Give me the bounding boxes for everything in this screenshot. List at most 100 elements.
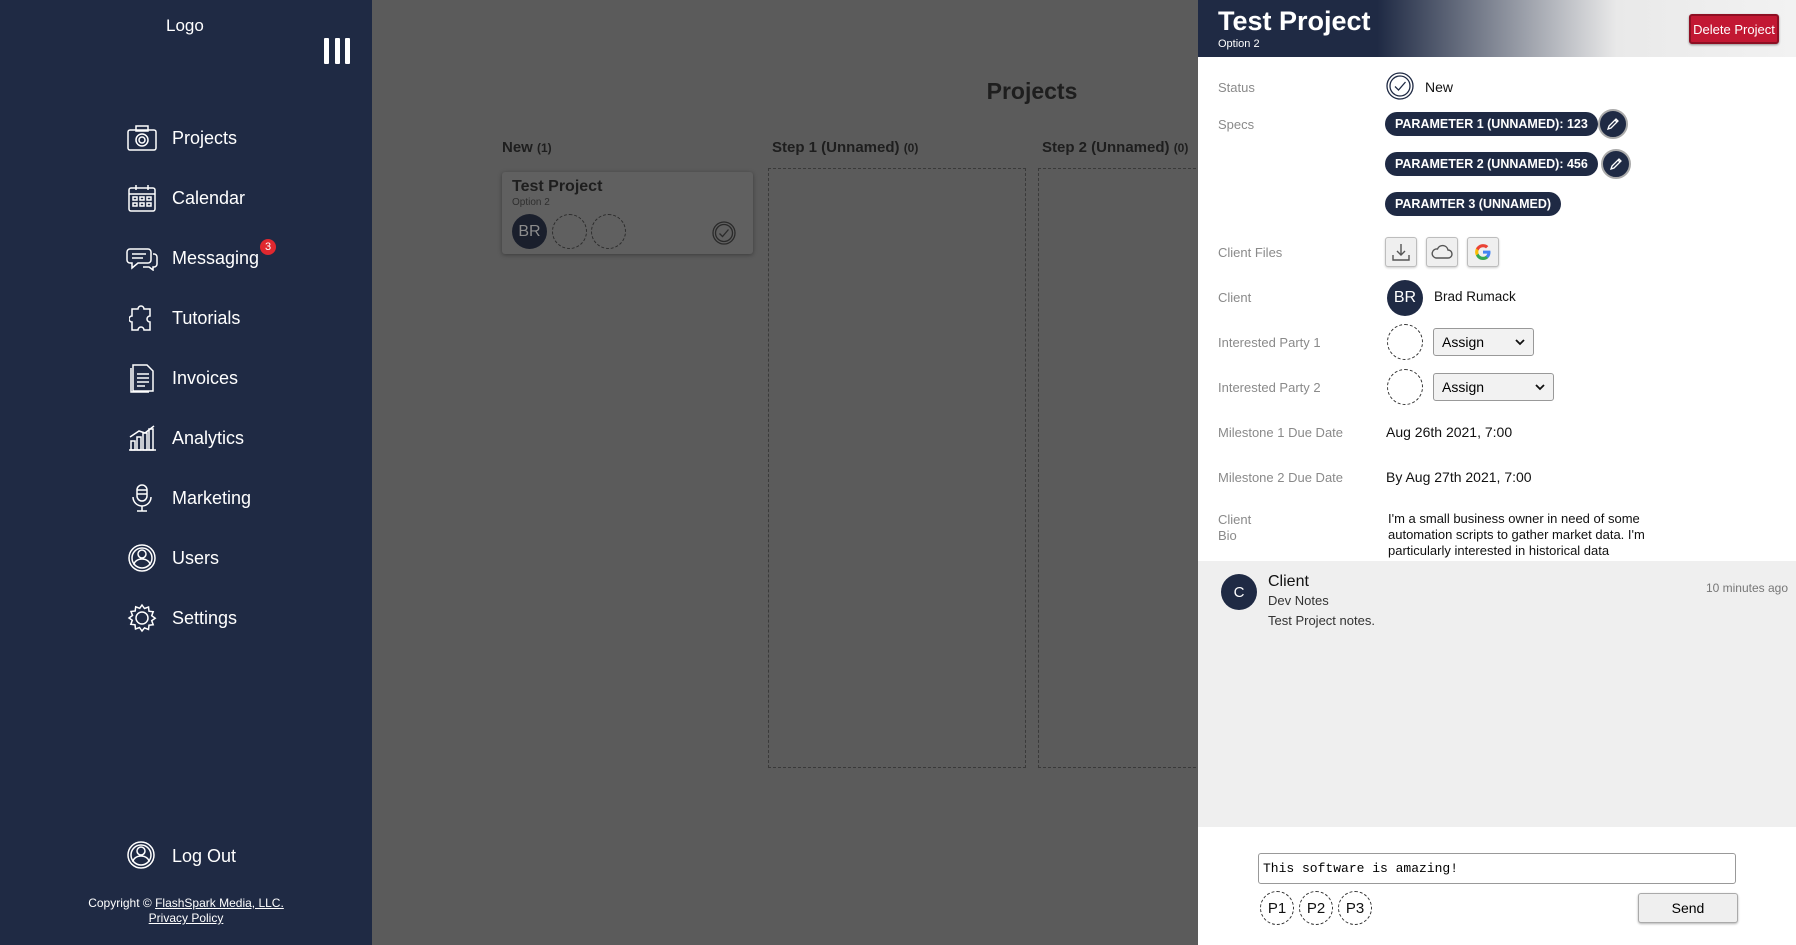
column-dropzone-step1[interactable] <box>768 168 1026 768</box>
sidebar-item-tutorials[interactable]: Tutorials <box>126 288 259 348</box>
sidebar-item-marketing[interactable]: Marketing <box>126 468 259 528</box>
camera-icon <box>126 122 158 154</box>
notes-feed: C Client Dev Notes 10 minutes ago Test P… <box>1198 561 1796 827</box>
project-card[interactable]: Test Project Option 2 BR <box>502 172 753 254</box>
empty-avatar-slot <box>1387 369 1423 405</box>
column-count: (0) <box>903 141 919 155</box>
card-title: Test Project <box>512 178 603 195</box>
avatar: BR <box>512 214 547 249</box>
select-value: Assign <box>1442 334 1485 350</box>
download-button[interactable] <box>1385 237 1417 267</box>
sidebar-item-messaging[interactable]: Messaging 3 <box>126 228 277 288</box>
sidebar-item-label: Marketing <box>172 487 252 508</box>
send-button[interactable]: Send <box>1638 893 1738 923</box>
user-icon <box>126 542 158 574</box>
download-icon <box>1392 244 1410 261</box>
document-icon <box>126 362 158 394</box>
specs-label: Specs <box>1218 117 1255 132</box>
empty-avatar-slot <box>552 214 587 249</box>
edit-spec-button[interactable] <box>1601 149 1631 179</box>
sidebar-item-label: Tutorials <box>172 307 241 328</box>
delete-project-button[interactable]: Delete Project <box>1689 14 1779 44</box>
status-value: New <box>1425 79 1454 95</box>
client-name: Brad Rumack <box>1434 289 1516 304</box>
milestone2-label: Milestone 2 Due Date <box>1218 470 1344 485</box>
sidebar-item-settings[interactable]: Settings <box>126 588 259 648</box>
empty-avatar-slot <box>1387 324 1423 360</box>
pencil-icon <box>1609 158 1622 171</box>
client-bio: I'm a small business owner in need of so… <box>1388 511 1645 558</box>
bio-label-line: Client <box>1218 512 1252 527</box>
column-count: (1) <box>537 141 552 155</box>
sidebar-item-label: Invoices <box>172 367 239 388</box>
note-timestamp: 10 minutes ago <box>1705 581 1788 595</box>
milestone2-date: By Aug 27th 2021, 7:00 <box>1386 469 1532 485</box>
user-icon <box>126 840 158 872</box>
sidebar-item-analytics[interactable]: Analytics <box>126 408 259 468</box>
sidebar: Logo Projects Calendar Messaging 3 Tutori… <box>0 0 372 945</box>
client-files-label: Client Files <box>1218 245 1283 260</box>
copyright-prefix: Copyright © <box>88 896 152 910</box>
spec-pill: PARAMETER 1 (UNNAMED): 123 <box>1385 112 1598 136</box>
menu-toggle-icon[interactable] <box>324 38 350 64</box>
spec-pill: PARAMETER 2 (UNNAMED): 456 <box>1385 152 1598 176</box>
cloud-icon <box>1431 244 1453 259</box>
milestone1-label: Milestone 1 Due Date <box>1218 425 1344 440</box>
p3-tag-button[interactable]: P3 <box>1338 891 1372 925</box>
microphone-icon <box>126 482 158 514</box>
avatar: C <box>1221 574 1257 610</box>
cloud-upload-button[interactable] <box>1426 237 1458 267</box>
sidebar-item-label: Settings <box>172 607 238 628</box>
messaging-label: Messaging <box>172 247 260 268</box>
party1-label: Interested Party 1 <box>1218 335 1321 350</box>
sidebar-item-invoices[interactable]: Invoices <box>126 348 259 408</box>
column-count: (0) <box>1173 141 1189 155</box>
p1-tag-button[interactable]: P1 <box>1260 891 1294 925</box>
spec-pill: PARAMTER 3 (UNNAMED) <box>1385 192 1562 216</box>
empty-avatar-slot <box>591 214 626 249</box>
bar-chart-icon <box>126 422 158 454</box>
select-value: Assign <box>1442 379 1485 395</box>
column-name: Step 2 (Unnamed) <box>1042 139 1170 156</box>
project-board: Projects New (1) Step 1 (Unnamed) (0) St… <box>372 0 1296 945</box>
logo[interactable]: Logo <box>166 16 204 36</box>
note-author: Client <box>1268 573 1309 590</box>
column-name: New <box>502 139 533 156</box>
chevron-down-icon <box>1535 384 1545 391</box>
party2-assign-select[interactable]: Assign <box>1433 373 1554 401</box>
sidebar-item-users[interactable]: Users <box>126 528 259 588</box>
sidebar-item-calendar[interactable]: Calendar <box>126 168 259 228</box>
panel-header: Test Project Option 2 Delete Project <box>1198 0 1796 57</box>
sidebar-item-label: Messaging 3 <box>172 238 277 269</box>
project-detail-panel: Test Project Option 2 Delete Project Sta… <box>1198 0 1796 945</box>
sidebar-item-projects[interactable]: Projects <box>126 108 259 168</box>
logout-button[interactable]: Log Out <box>126 840 236 872</box>
pencil-icon <box>1606 118 1619 131</box>
gear-icon <box>126 602 158 634</box>
panel-subtitle: Option 2 <box>1218 38 1260 50</box>
sidebar-item-label: Users <box>172 547 220 568</box>
note-tag: Dev Notes <box>1268 593 1329 608</box>
company-link[interactable]: FlashSpark Media, LLC. <box>155 896 284 910</box>
client-label: Client <box>1218 290 1252 305</box>
chevron-down-icon <box>1515 339 1525 346</box>
party2-label: Interested Party 2 <box>1218 380 1321 395</box>
column-header-new: New (1) <box>502 139 552 156</box>
card-subtitle: Option 2 <box>512 197 550 208</box>
logout-label: Log Out <box>172 845 237 866</box>
puzzle-icon <box>126 302 158 334</box>
edit-spec-button[interactable] <box>1598 109 1628 139</box>
status-check-icon <box>712 221 736 245</box>
sidebar-item-label: Calendar <box>172 187 246 208</box>
google-drive-button[interactable] <box>1467 237 1499 267</box>
privacy-policy-link[interactable]: Privacy Policy <box>149 911 224 925</box>
bio-label-line: Bio <box>1218 528 1237 543</box>
party1-assign-select[interactable]: Assign <box>1433 328 1534 356</box>
p2-tag-button[interactable]: P2 <box>1299 891 1333 925</box>
copyright: Copyright © FlashSpark Media, LLC. Priva… <box>0 896 372 926</box>
milestone1-date: Aug 26th 2021, 7:00 <box>1386 424 1513 440</box>
unread-badge: 3 <box>260 238 277 255</box>
chat-icon <box>126 242 158 274</box>
message-input[interactable] <box>1258 853 1736 884</box>
client-bio-label: Client Bio <box>1218 512 1251 544</box>
